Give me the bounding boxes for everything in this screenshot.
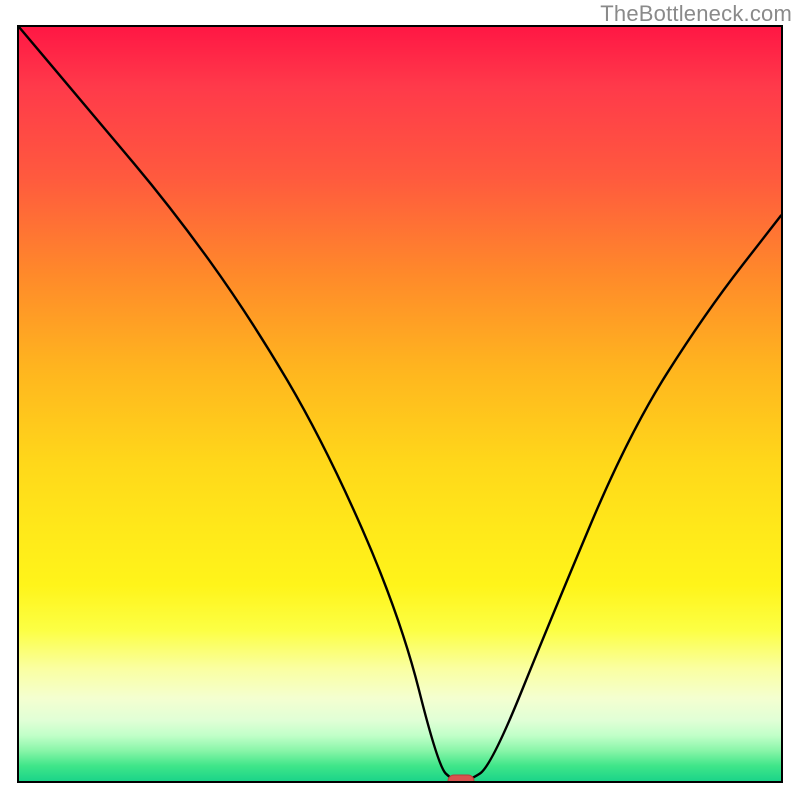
chart-svg: [19, 27, 781, 781]
chart-canvas: TheBottleneck.com: [0, 0, 800, 800]
bottleneck-curve: [19, 27, 781, 781]
plot-area: [17, 25, 783, 783]
optimal-marker: [448, 775, 474, 781]
watermark: TheBottleneck.com: [600, 0, 792, 28]
